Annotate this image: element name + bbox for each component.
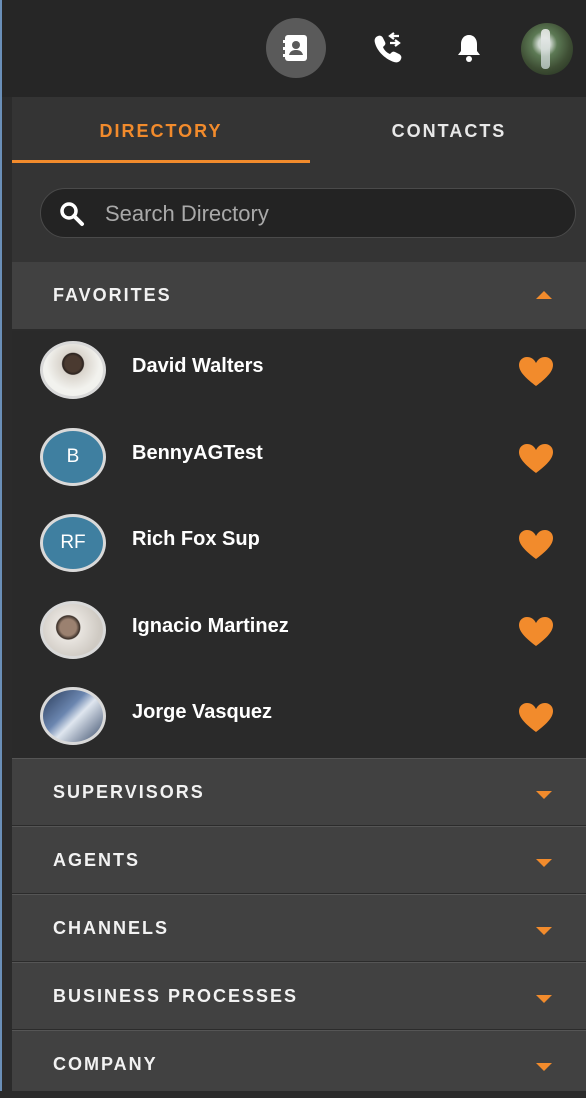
directory-tabs: DIRECTORY CONTACTS [12, 97, 586, 165]
directory-panel: DIRECTORY CONTACTS FAVORITES David Walte… [0, 0, 586, 1091]
tab-contacts[interactable]: CONTACTS [310, 97, 586, 165]
list-item[interactable]: David Walters [12, 331, 586, 417]
section-agents[interactable]: AGENTS [12, 826, 586, 893]
section-supervisors[interactable]: SUPERVISORS [12, 758, 586, 825]
avatar [40, 601, 110, 659]
favorites-list: David Walters B BennyAGTest RF Rich Fox … [12, 331, 586, 758]
contact-name: Rich Fox Sup [132, 528, 260, 550]
section-business-processes[interactable]: BUSINESS PROCESSES [12, 962, 586, 1029]
section-business-processes-label: BUSINESS PROCESSES [53, 986, 299, 1006]
search-input[interactable] [103, 197, 547, 231]
active-tab-indicator [12, 160, 310, 163]
contact-name: Jorge Vasquez [132, 701, 273, 723]
heart-icon[interactable] [518, 443, 554, 475]
section-favorites-label: FAVORITES [53, 285, 172, 305]
section-channels[interactable]: CHANNELS [12, 894, 586, 961]
contact-name: BennyAGTest [132, 442, 263, 464]
avatar: RF [40, 514, 110, 572]
user-avatar[interactable] [521, 23, 573, 75]
avatar-initials: B [40, 428, 106, 486]
bell-icon [458, 35, 480, 62]
section-agents-label: AGENTS [53, 850, 141, 870]
heart-icon[interactable] [518, 616, 554, 648]
heart-icon[interactable] [518, 356, 554, 388]
list-item[interactable]: Ignacio Martinez [12, 591, 586, 677]
contact-name: Ignacio Martinez [132, 615, 289, 637]
search-area [12, 165, 586, 262]
caret-down-icon [536, 791, 552, 799]
search-box [40, 188, 576, 238]
phone-transfer-icon [374, 32, 402, 63]
list-item[interactable]: B BennyAGTest [12, 418, 586, 504]
phone-transfer-button[interactable] [358, 18, 418, 78]
list-item[interactable]: RF Rich Fox Sup [12, 504, 586, 590]
tab-directory[interactable]: DIRECTORY [12, 97, 310, 165]
contact-name: David Walters [132, 355, 264, 377]
section-channels-label: CHANNELS [53, 918, 170, 938]
caret-up-icon [536, 291, 552, 299]
list-item[interactable]: Jorge Vasquez [12, 677, 586, 763]
avatar [40, 341, 110, 399]
section-supervisors-label: SUPERVISORS [53, 782, 205, 802]
section-favorites[interactable]: FAVORITES [12, 262, 586, 329]
section-company-label: COMPANY [53, 1054, 158, 1074]
avatar-initials: RF [40, 514, 106, 572]
notifications-button[interactable] [439, 18, 499, 78]
contacts-book-icon [283, 35, 307, 61]
heart-icon[interactable] [518, 702, 554, 734]
caret-down-icon [536, 995, 552, 1003]
top-bar [2, 0, 586, 97]
heart-icon[interactable] [518, 529, 554, 561]
contacts-book-button[interactable] [266, 18, 326, 78]
caret-down-icon [536, 1063, 552, 1071]
section-company[interactable]: COMPANY [12, 1030, 586, 1091]
caret-down-icon [536, 927, 552, 935]
avatar: B [40, 428, 110, 486]
search-icon [60, 202, 84, 226]
avatar [40, 687, 110, 745]
caret-down-icon [536, 859, 552, 867]
